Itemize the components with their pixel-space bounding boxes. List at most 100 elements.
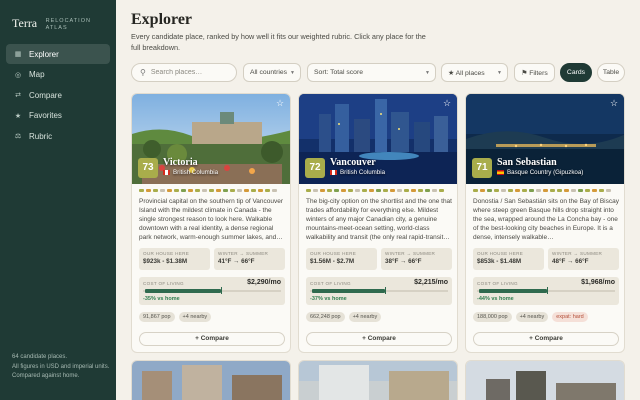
cards-view-button[interactable]: Cards bbox=[560, 63, 592, 82]
cost-vs-home: -37% vs home bbox=[310, 296, 347, 302]
rubric-bar bbox=[397, 189, 402, 192]
compare-button[interactable]: + Compare bbox=[139, 332, 285, 346]
card-peek-image[interactable] bbox=[465, 360, 625, 400]
score-badge: 72 bbox=[305, 158, 325, 178]
rubric-bar bbox=[501, 189, 506, 192]
temperature-box: WINTER → SUMMER 41°F → 66°F bbox=[214, 248, 285, 270]
rubric-bar bbox=[543, 189, 548, 192]
place-description: The big-city option on the shortlist and… bbox=[306, 198, 452, 241]
rubric-bar bbox=[592, 189, 597, 192]
house-price-box: OUR HOUSE HERE $923k - $1.38M bbox=[139, 248, 210, 270]
place-name: Victoria bbox=[163, 157, 198, 168]
score-badge: 73 bbox=[138, 158, 158, 178]
info-chip: 188,000 pop bbox=[473, 312, 512, 322]
rubric-bar bbox=[557, 189, 562, 192]
place-region: Basque Country (Gipuzkoa) bbox=[497, 169, 583, 176]
rubric-bar bbox=[327, 189, 332, 192]
info-chip: expat: hard bbox=[552, 312, 588, 322]
temperature-box: WINTER → SUMMER 38°F → 66°F bbox=[381, 248, 452, 270]
card-peek-image[interactable] bbox=[131, 360, 291, 400]
card-peek-image[interactable] bbox=[298, 360, 458, 400]
rubric-bar bbox=[341, 189, 346, 192]
sort-select[interactable]: Sort: Total score ▼ bbox=[307, 63, 436, 82]
sidebar-item-explorer[interactable]: ▦ Explorer bbox=[6, 44, 110, 64]
canada-flag-icon bbox=[163, 170, 170, 175]
rubric-bar bbox=[564, 189, 569, 192]
place-card[interactable]: ☆ 73 Victoria British Columbia Provincia… bbox=[131, 93, 291, 353]
rubric-bar bbox=[494, 189, 499, 192]
home-marker bbox=[385, 287, 387, 294]
sidebar-item-map[interactable]: ◎ Map bbox=[6, 65, 110, 85]
temperature-range: 48°F → 66°F bbox=[552, 258, 589, 265]
favorite-star-icon[interactable]: ☆ bbox=[608, 97, 620, 109]
rubric-bar bbox=[425, 189, 430, 192]
search-box[interactable]: ⚲ bbox=[131, 63, 237, 82]
rubric-bar bbox=[473, 189, 478, 192]
sidebar-item-label: Map bbox=[29, 70, 45, 79]
cost-vs-home: -35% vs home bbox=[143, 296, 180, 302]
rubric-bar bbox=[139, 189, 144, 192]
cost-fill bbox=[312, 289, 386, 293]
sidebar-item-compare[interactable]: ⇄ Compare bbox=[6, 85, 110, 105]
sidebar-item-label: Explorer bbox=[29, 49, 59, 59]
page-title: Explorer bbox=[131, 11, 193, 28]
rubric-bar bbox=[153, 189, 158, 192]
rubric-bar bbox=[529, 189, 534, 192]
rubric-bar bbox=[487, 189, 492, 192]
chevron-down-icon: ▼ bbox=[425, 69, 430, 76]
rubric-bar bbox=[383, 189, 388, 192]
temperature-box: WINTER → SUMMER 48°F → 66°F bbox=[548, 248, 619, 270]
map-pin-icon: ◎ bbox=[14, 71, 22, 79]
search-icon: ⚲ bbox=[140, 68, 146, 77]
house-price-box: OUR HOUSE HERE $1.56M - $2.7M bbox=[306, 248, 377, 270]
rubric-bar bbox=[146, 189, 151, 192]
place-card[interactable]: ☆ 71 San Sebastian Basque Country (Gipuz… bbox=[465, 93, 625, 353]
table-view-button[interactable]: Table bbox=[597, 63, 625, 82]
rubric-bar bbox=[160, 189, 165, 192]
rubric-bar bbox=[223, 189, 228, 192]
rubric-bar bbox=[209, 189, 214, 192]
rubric-bar bbox=[188, 189, 193, 192]
sidebar-item-label: Compare bbox=[29, 90, 62, 100]
rubric-bar bbox=[202, 189, 207, 192]
rubric-bar bbox=[244, 189, 249, 192]
rubric-bar bbox=[585, 189, 590, 192]
rubric-bar bbox=[195, 189, 200, 192]
rubric-bar bbox=[181, 189, 186, 192]
info-chip: 91,867 pop bbox=[139, 312, 175, 322]
sidebar-item-favorites[interactable]: ★ Favorites bbox=[6, 106, 110, 126]
star-icon: ★ bbox=[14, 112, 22, 120]
places-select[interactable]: ★ All places ▼ bbox=[441, 63, 508, 82]
rubric-bar bbox=[306, 189, 311, 192]
cost-of-living-amount: $1,968/mo bbox=[581, 279, 615, 286]
rubric-bar bbox=[216, 189, 221, 192]
rubric-bar bbox=[230, 189, 235, 192]
sidebar-item-label: Rubric bbox=[29, 131, 53, 141]
info-chip: +4 nearby bbox=[178, 312, 212, 322]
rubric-bar bbox=[550, 189, 555, 192]
search-input[interactable] bbox=[150, 69, 231, 76]
rubric-bar bbox=[362, 189, 367, 192]
favorite-star-icon[interactable]: ☆ bbox=[274, 97, 286, 109]
compare-button[interactable]: + Compare bbox=[306, 332, 452, 346]
rubric-bar bbox=[522, 189, 527, 192]
footer-line: 64 candidate places. bbox=[12, 354, 68, 360]
brand-logo[interactable]: Terra RELOCATION ATLAS bbox=[12, 14, 91, 32]
compare-button[interactable]: + Compare bbox=[473, 332, 619, 346]
rubric-bar bbox=[272, 189, 277, 192]
rubric-bar bbox=[320, 189, 325, 192]
place-card[interactable]: ☆ 72 Vancouver British Columbia The big-… bbox=[298, 93, 458, 353]
cost-of-living-amount: $2,215/mo bbox=[414, 279, 448, 286]
house-price: $923k - $1.38M bbox=[143, 258, 188, 265]
rubric-bar bbox=[348, 189, 353, 192]
footer-line: All figures in USD and imperial units. bbox=[12, 363, 110, 370]
footer-line: Compared against home. bbox=[12, 373, 80, 379]
chevron-down-icon: ▼ bbox=[290, 69, 295, 76]
country-select[interactable]: All countries ▼ bbox=[243, 63, 301, 82]
sidebar-item-rubric[interactable]: ⚖ Rubric bbox=[6, 126, 110, 146]
info-chip: +4 nearby bbox=[515, 312, 549, 322]
favorite-star-icon[interactable]: ☆ bbox=[441, 97, 453, 109]
score-badge: 71 bbox=[472, 158, 492, 178]
chips-row: 188,000 pop +4 nearby expat: hard bbox=[473, 312, 592, 323]
filters-button[interactable]: ⚑ Filters bbox=[514, 63, 555, 82]
